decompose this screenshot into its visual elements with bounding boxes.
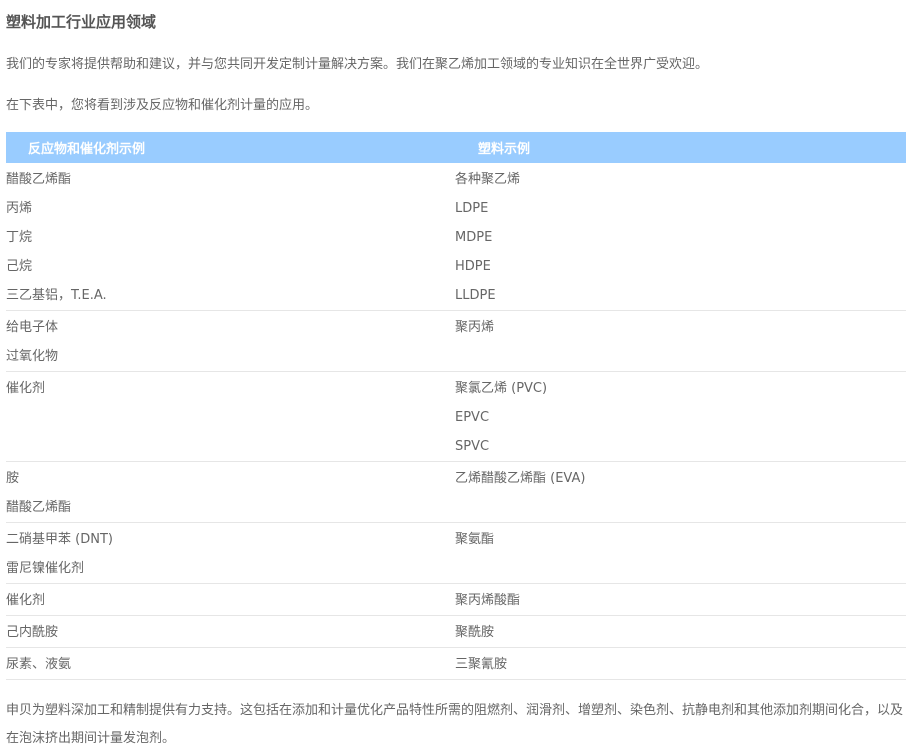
plastic-cell: 乙烯醋酸乙烯酯 (EVA)	[455, 461, 906, 523]
reactant-item: 催化剂	[6, 593, 46, 608]
reactant-cell: 胺醋酸乙烯酯	[6, 461, 455, 523]
plastic-item: 乙烯醋酸乙烯酯 (EVA)	[455, 471, 586, 486]
plastic-item: EPVC	[455, 410, 490, 425]
plastic-item: SPVC	[455, 439, 490, 454]
reactant-item: 己内酰胺	[6, 625, 59, 640]
plastic-cell: 各种聚乙烯 LDPE MDPE HDPE LLDPE	[455, 163, 906, 311]
reactant-item: 尿素、液氨	[6, 657, 72, 672]
plastic-cell: 聚丙烯	[455, 310, 906, 372]
reactant-item: 胺	[6, 471, 20, 486]
reactant-item: 二硝基甲苯 (DNT)	[6, 532, 113, 547]
table-row: 尿素、液氨 三聚氰胺	[6, 647, 906, 680]
plastic-item: HDPE	[455, 259, 491, 274]
plastic-item: 聚氨酯	[455, 532, 495, 547]
plastic-item: LDPE	[455, 201, 489, 216]
reactant-item: 三乙基铝，T.E.A.	[6, 288, 107, 303]
footer-paragraph: 申贝为塑料深加工和精制提供有力支持。这包括在添加和计量优化产品特性所需的阻燃剂、…	[6, 703, 904, 746]
plastic-item: 各种聚乙烯	[455, 172, 521, 187]
plastic-item: MDPE	[455, 230, 493, 245]
plastic-item: LLDPE	[455, 288, 496, 303]
plastic-cell: 聚氨酯	[455, 522, 906, 584]
plastic-cell: 三聚氰胺	[455, 647, 906, 680]
reactant-item: 丙烯	[6, 201, 33, 216]
reactant-item: 丁烷	[6, 230, 33, 245]
reactant-cell: 催化剂	[6, 371, 455, 462]
reactant-item: 醋酸乙烯酯	[6, 172, 72, 187]
table-header-row: 反应物和催化剂示例 塑料示例	[6, 132, 906, 163]
column-header-reactants: 反应物和催化剂示例	[6, 132, 455, 163]
plastic-item: 聚酰胺	[455, 625, 495, 640]
plastic-cell: 聚丙烯酸酯	[455, 583, 906, 616]
plastic-cell: 聚氯乙烯 (PVC) EPVC SPVC	[455, 371, 906, 462]
table-row: 胺醋酸乙烯酯 乙烯醋酸乙烯酯 (EVA)	[6, 461, 906, 523]
plastic-item: 三聚氰胺	[455, 657, 508, 672]
table-row: 二硝基甲苯 (DNT) 雷尼镍催化剂 聚氨酯	[6, 522, 906, 584]
reactant-cell: 醋酸乙烯酯丙烯丁烷己烷三乙基铝，T.E.A.	[6, 163, 455, 311]
plastic-cell: 聚酰胺	[455, 615, 906, 648]
reactant-item: 过氧化物	[6, 349, 59, 364]
table-row: 催化剂 聚丙烯酸酯	[6, 583, 906, 616]
column-header-plastics: 塑料示例	[455, 132, 906, 163]
reactant-cell: 二硝基甲苯 (DNT) 雷尼镍催化剂	[6, 522, 455, 584]
plastic-item: 聚丙烯	[455, 320, 495, 335]
table-row: 给电子体 过氧化物 聚丙烯	[6, 310, 906, 372]
page-content: 塑料加工行业应用领域 我们的专家将提供帮助和建议，并与您共同开发定制计量解决方案…	[0, 0, 911, 753]
reactant-cell: 催化剂	[6, 583, 455, 616]
reactant-item: 己烷	[6, 259, 33, 274]
reactant-item: 雷尼镍催化剂	[6, 561, 85, 576]
reactant-item: 给电子体	[6, 320, 59, 335]
table-row: 催化剂 聚氯乙烯 (PVC) EPVC SPVC	[6, 371, 906, 462]
plastic-item: 聚氯乙烯 (PVC)	[455, 381, 548, 396]
page-title: 塑料加工行业应用领域	[6, 13, 157, 31]
reactant-item: 醋酸乙烯酯	[6, 500, 72, 515]
table-body: 醋酸乙烯酯 丙烯 丁烷 己烷 三乙基铝，T.E.A. 各种聚乙烯 LDPE MDPE HDPE L…	[6, 163, 906, 680]
reactant-plastic-table: 反应物和催化剂示例 塑料示例 醋酸乙烯酯 丙烯 丁烷 己烷 三乙基铝，T.E.A. 各种聚…	[6, 132, 906, 680]
intro-paragraph: 我们的专家将提供帮助和建议，并与您共同开发定制计量解决方案。我们在聚乙烯加工领域…	[6, 57, 709, 72]
reactant-cell: 尿素、液氨	[6, 647, 455, 680]
plastic-item: 聚丙烯酸酯	[455, 593, 521, 608]
table-row: 醋酸乙烯酯 丙烯 丁烷 己烷 三乙基铝，T.E.A. 各种聚乙烯 LDPE MDPE HDPE L…	[6, 163, 906, 311]
table-row: 己内酰胺 聚酰胺	[6, 615, 906, 648]
reactant-item: 催化剂	[6, 381, 46, 396]
reactant-cell: 己内酰胺	[6, 615, 455, 648]
table-intro-paragraph: 在下表中，您将看到涉及反应物和催化剂计量的应用。	[6, 98, 319, 113]
reactant-cell: 给电子体 过氧化物	[6, 310, 455, 372]
